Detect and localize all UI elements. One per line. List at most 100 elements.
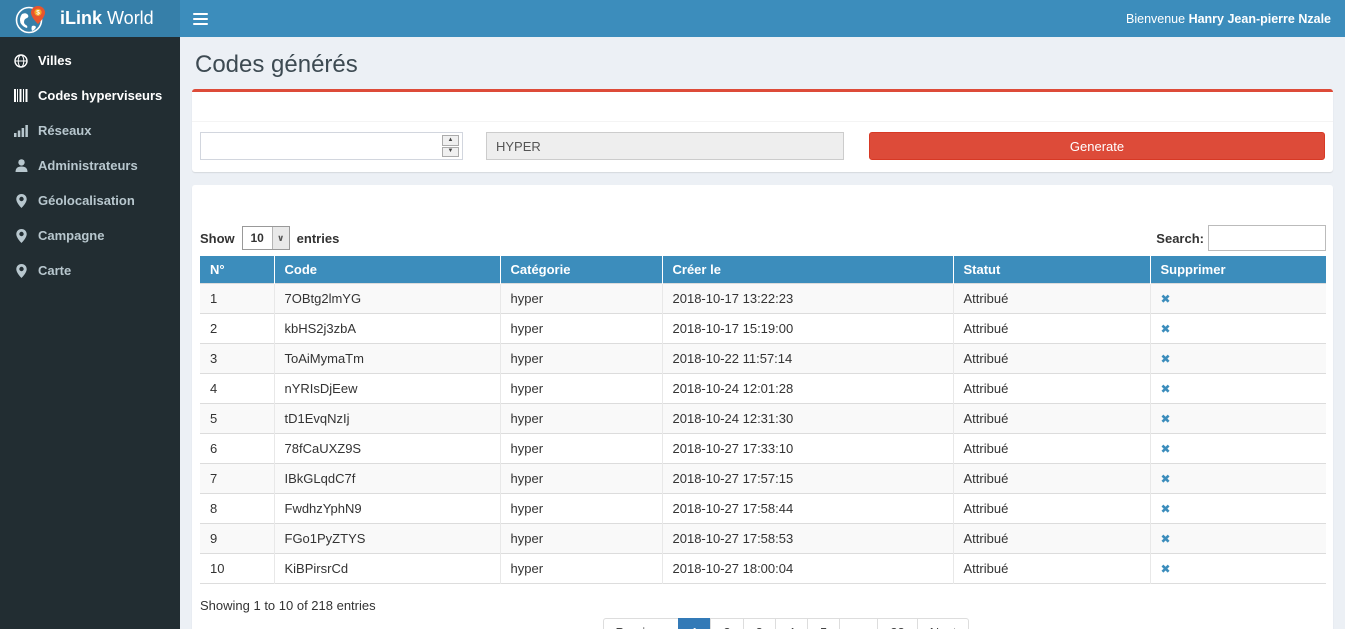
sidebar-toggle-button[interactable] [180,0,220,37]
map-marker-icon [13,264,29,278]
cell-created: 2018-10-24 12:31:30 [662,404,953,434]
cell-category: hyper [500,344,662,374]
cell-num: 8 [200,494,274,524]
pagination-page-4[interactable]: 4 [775,618,808,629]
cell-category: hyper [500,524,662,554]
cell-delete: ✖ [1150,434,1326,464]
pagination-page-5[interactable]: 5 [807,618,840,629]
cell-status: Attribué [953,374,1150,404]
search-label: Search: [1156,231,1204,246]
page-length-select[interactable]: 10 ∨ [242,226,290,250]
top-header: $ iLink World Bienvenue Hanry Jean-pierr… [0,0,1345,37]
cell-delete: ✖ [1150,554,1326,584]
pagination-page-22[interactable]: 22 [877,618,917,629]
pagination-previous-button[interactable]: Previous [603,618,680,629]
cell-created: 2018-10-17 15:19:00 [662,314,953,344]
hamburger-icon [193,13,208,15]
cell-created: 2018-10-27 17:57:15 [662,464,953,494]
cell-status: Attribué [953,314,1150,344]
table-row: 8FwdhzYphN9hyper2018-10-27 17:58:44Attri… [200,494,1326,524]
cell-code: FGo1PyZTYS [274,524,500,554]
welcome-message: Bienvenue Hanry Jean-pierre Nzale [1126,12,1345,26]
delete-icon[interactable]: ✖ [1161,352,1171,366]
column-header[interactable]: Supprimer [1150,256,1326,284]
pagination-next-button[interactable]: Next [917,618,970,629]
cell-delete: ✖ [1150,464,1326,494]
sidebar-item-r-seaux[interactable]: Réseaux [0,113,180,148]
pagination-page-3[interactable]: 3 [743,618,776,629]
delete-icon[interactable]: ✖ [1161,382,1171,396]
cell-category: hyper [500,464,662,494]
generate-button[interactable]: Generate [869,132,1325,160]
quantity-input[interactable]: ▲ ▼ [200,132,463,160]
cell-code: KiBPirsrCd [274,554,500,584]
cell-code: kbHS2j3zbA [274,314,500,344]
cell-num: 7 [200,464,274,494]
pagination-page-1[interactable]: 1 [678,618,711,629]
delete-icon[interactable]: ✖ [1161,442,1171,456]
column-header[interactable]: Créer le [662,256,953,284]
brand-area[interactable]: $ iLink World [0,0,180,37]
user-icon [13,159,29,173]
delete-icon[interactable]: ✖ [1161,292,1171,306]
cell-code: ToAiMymaTm [274,344,500,374]
search-input[interactable] [1208,225,1326,251]
cell-status: Attribué [953,344,1150,374]
delete-icon[interactable]: ✖ [1161,412,1171,426]
spinner-up-icon[interactable]: ▲ [442,135,459,146]
delete-icon[interactable]: ✖ [1161,532,1171,546]
sidebar-item-villes[interactable]: Villes [0,43,180,78]
map-marker-icon [13,229,29,243]
column-header[interactable]: Statut [953,256,1150,284]
cell-created: 2018-10-22 11:57:14 [662,344,953,374]
cell-status: Attribué [953,464,1150,494]
cell-created: 2018-10-27 17:58:53 [662,524,953,554]
brand-title: iLink World [60,8,154,29]
table-row: 3ToAiMymaTmhyper2018-10-22 11:57:14Attri… [200,344,1326,374]
cell-delete: ✖ [1150,404,1326,434]
delete-icon[interactable]: ✖ [1161,502,1171,516]
table-row: 9FGo1PyZTYShyper2018-10-27 17:58:53Attri… [200,524,1326,554]
column-header[interactable]: Code [274,256,500,284]
cell-delete: ✖ [1150,314,1326,344]
sidebar-item-codes-hyperviseurs[interactable]: Codes hyperviseurs [0,78,180,113]
cell-num: 3 [200,344,274,374]
page-length-control: Show 10 ∨ entries [200,226,339,250]
ilink-world-logo-icon: $ [14,2,48,36]
sidebar-item-label: Réseaux [38,123,91,138]
cell-num: 9 [200,524,274,554]
cell-code: nYRIsDjEew [274,374,500,404]
category-value: HYPER [496,139,541,154]
cell-code: FwdhzYphN9 [274,494,500,524]
welcome-user-name: Hanry Jean-pierre Nzale [1189,12,1331,26]
svg-text:$: $ [36,9,40,16]
column-header[interactable]: Catégorie [500,256,662,284]
delete-icon[interactable]: ✖ [1161,472,1171,486]
signal-icon [13,124,29,138]
number-spinner: ▲ ▼ [442,135,459,157]
delete-icon[interactable]: ✖ [1161,562,1171,576]
sidebar-item-label: Codes hyperviseurs [38,88,162,103]
table-row: 5tD1EvqNzIjhyper2018-10-24 12:31:30Attri… [200,404,1326,434]
cell-code: tD1EvqNzIj [274,404,500,434]
cell-category: hyper [500,284,662,314]
spinner-down-icon[interactable]: ▼ [442,147,459,158]
pagination-page-2[interactable]: 2 [710,618,743,629]
cell-delete: ✖ [1150,344,1326,374]
barcode-icon [13,89,29,103]
generator-box: ▲ ▼ HYPER Generate [192,89,1333,172]
column-header[interactable]: N° [200,256,274,284]
sidebar-item-g-olocalisation[interactable]: Géolocalisation [0,183,180,218]
delete-icon[interactable]: ✖ [1161,322,1171,336]
brand-title-bold: iLink [60,8,102,28]
generator-box-header [192,92,1333,122]
sidebar-item-label: Carte [38,263,71,278]
sidebar-item-campagne[interactable]: Campagne [0,218,180,253]
cell-num: 4 [200,374,274,404]
entries-label: entries [297,231,340,246]
sidebar-item-carte[interactable]: Carte [0,253,180,288]
navbar: Bienvenue Hanry Jean-pierre Nzale [180,0,1345,37]
codes-table: N°CodeCatégorieCréer leStatutSupprimer 1… [200,256,1326,584]
entries-info: Showing 1 to 10 of 218 entries [200,598,1326,613]
sidebar-item-administrateurs[interactable]: Administrateurs [0,148,180,183]
